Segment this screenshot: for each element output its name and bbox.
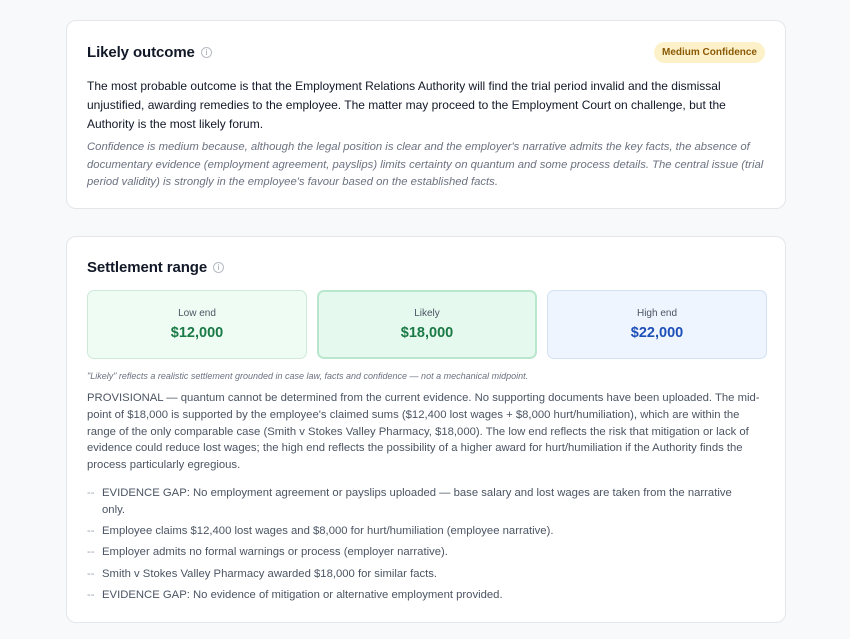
bullet-marker: --	[87, 525, 95, 538]
range-low-value: $12,000	[170, 325, 224, 341]
outcome-title-wrap: Likely outcome i	[87, 44, 212, 61]
fact-text: EVIDENCE GAP: No employment agreement or…	[102, 487, 732, 516]
facts-list: -- EVIDENCE GAP: No employment agreement…	[87, 485, 755, 608]
fact-text: Employer admits no formal warnings or pr…	[102, 546, 448, 559]
settlement-header: Settlement range i	[87, 259, 765, 276]
range-high-value: $22,000	[630, 325, 684, 341]
settlement-range-card: Settlement range i Low end $12,000 Likel…	[66, 236, 786, 623]
settlement-title: Settlement range	[87, 259, 208, 276]
range-high-label: High end	[636, 308, 678, 319]
fact-text: Employee claims $12,400 lost wages and $…	[102, 525, 554, 538]
fact-text: Smith v Stokes Valley Pharmacy awarded $…	[102, 567, 438, 580]
bullet-marker: --	[87, 588, 95, 601]
range-likely-box: Likely $18,000	[317, 290, 537, 359]
fact-text: EVIDENCE GAP: No evidence of mitigation …	[102, 588, 503, 601]
range-high-box: High end $22,000	[547, 290, 767, 359]
outcome-header: Likely outcome i Medium Confidence	[87, 42, 765, 63]
range-low-label: Low end	[178, 308, 216, 319]
info-icon[interactable]: i	[200, 47, 212, 58]
range-row: Low end $12,000 Likely $18,000 High end …	[87, 290, 767, 359]
range-likely-value: $18,000	[400, 325, 454, 341]
likely-outcome-card: Likely outcome i Medium Confidence The m…	[66, 20, 786, 209]
outcome-title: Likely outcome	[87, 44, 195, 61]
settlement-title-wrap: Settlement range i	[87, 259, 225, 276]
range-note: "Likely" reflects a realistic settlement…	[87, 371, 529, 381]
confidence-badge: Medium Confidence	[653, 42, 765, 63]
list-item: -- Employee claims $12,400 lost wages an…	[87, 523, 755, 540]
range-low-box: Low end $12,000	[87, 290, 307, 359]
info-icon[interactable]: i	[213, 262, 225, 273]
bullet-marker: --	[87, 487, 95, 499]
provisional-text: PROVISIONAL — quantum cannot be determin…	[87, 392, 760, 472]
bullet-marker: --	[87, 567, 95, 580]
list-item: -- Employer admits no formal warnings or…	[87, 544, 755, 561]
range-likely-label: Likely	[414, 308, 440, 319]
list-item: -- EVIDENCE GAP: No evidence of mitigati…	[87, 587, 755, 604]
outcome-text: The most probable outcome is that the Em…	[87, 79, 726, 131]
list-item: -- Smith v Stokes Valley Pharmacy awarde…	[87, 566, 755, 583]
confidence-note: Confidence is medium because, although t…	[87, 141, 764, 188]
bullet-marker: --	[87, 546, 95, 559]
list-item: -- EVIDENCE GAP: No employment agreement…	[87, 485, 755, 519]
